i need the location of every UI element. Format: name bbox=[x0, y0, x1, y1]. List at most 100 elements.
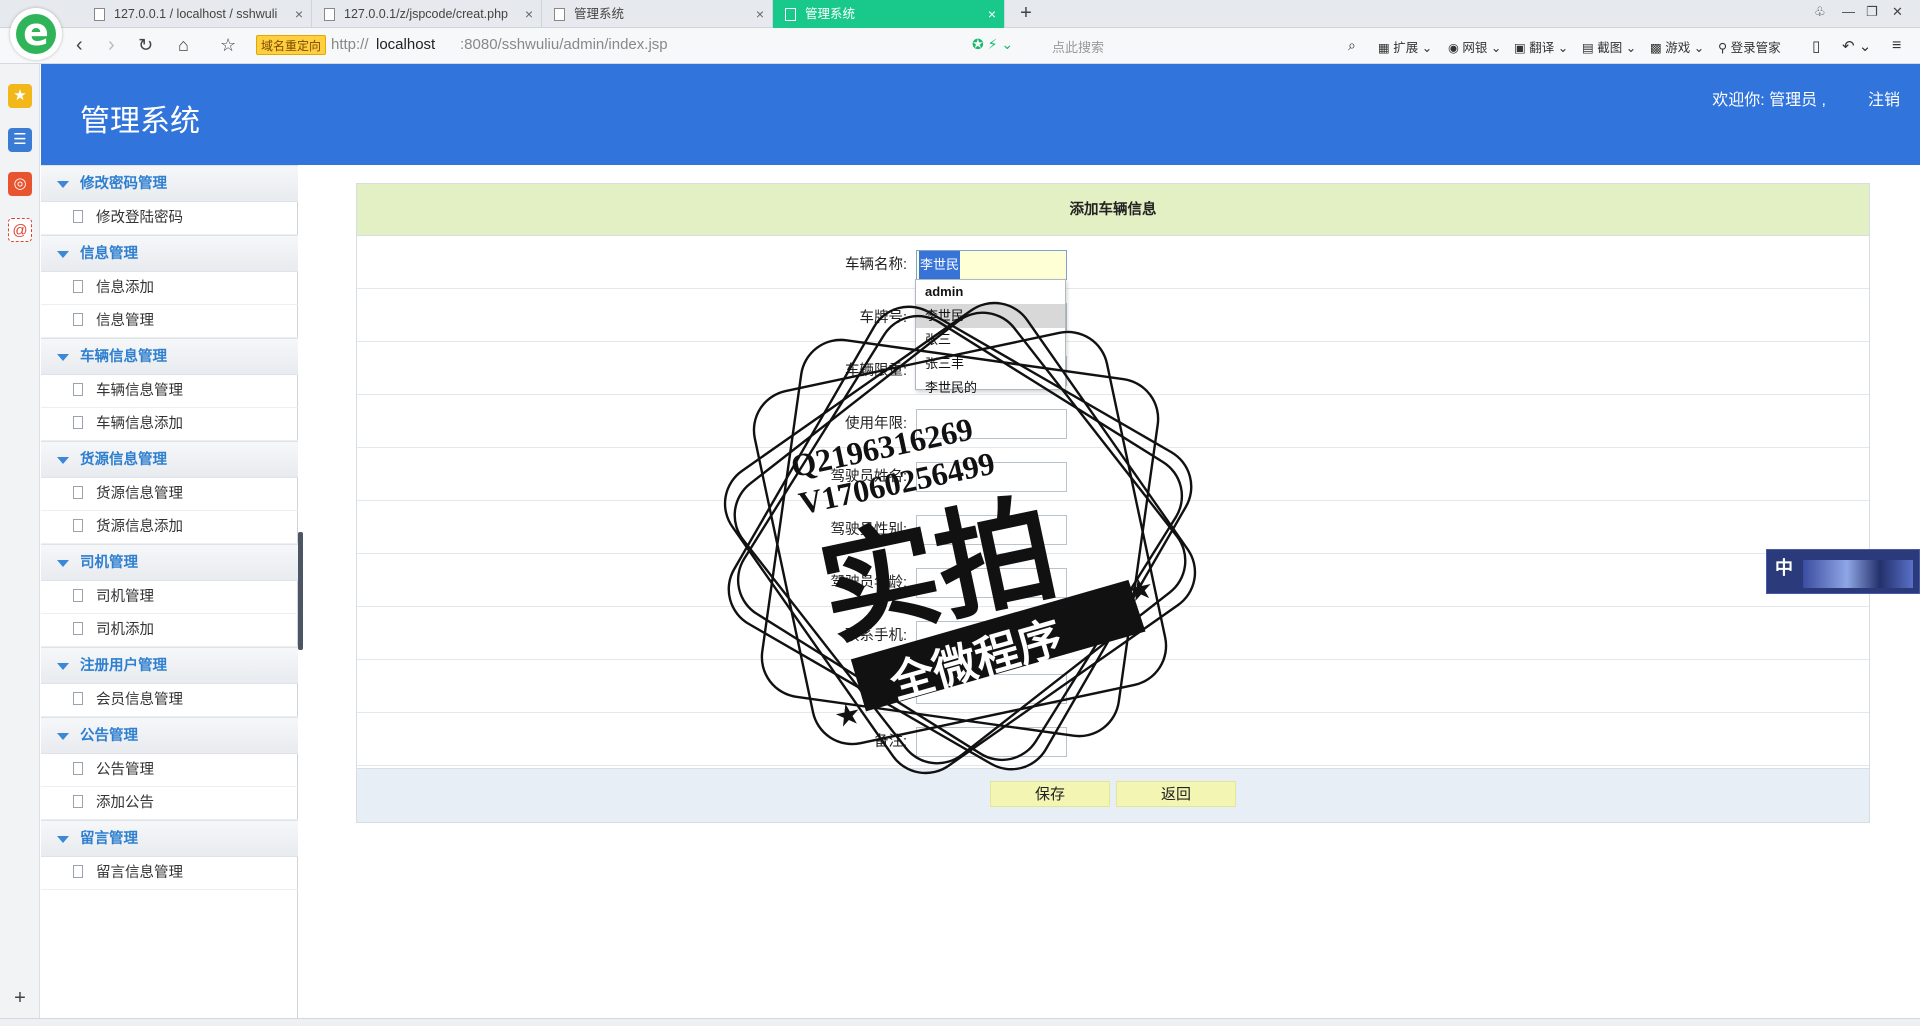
autocomplete-option[interactable]: 张三 bbox=[916, 328, 1065, 352]
close-icon[interactable]: × bbox=[988, 0, 996, 28]
toolbar-translate[interactable]: ▣ 翻译 ⌄ bbox=[1514, 37, 1568, 56]
page-icon bbox=[73, 762, 83, 775]
menu-item-driver-manage[interactable]: 司机管理 bbox=[41, 581, 298, 614]
field-label: 车辆名称: bbox=[844, 257, 907, 273]
phpmyadmin-icon bbox=[94, 8, 105, 21]
welcome-text: 欢迎你: 管理员 , bbox=[1712, 92, 1826, 109]
search-icon[interactable]: ⌕ bbox=[1348, 37, 1356, 54]
menu-item-label: 公告管理 bbox=[96, 762, 154, 778]
menu-item-driver-add[interactable]: 司机添加 bbox=[41, 614, 298, 647]
save-button[interactable]: 保存 bbox=[990, 781, 1110, 807]
phone-input[interactable] bbox=[916, 621, 1067, 651]
menu-group-title[interactable]: 信息管理 bbox=[41, 235, 298, 272]
search-input[interactable]: 点此搜索 bbox=[1052, 37, 1104, 56]
menu-group-notice: 公告管理 公告管理 添加公告 bbox=[41, 717, 298, 820]
restore-icon[interactable]: ❐ bbox=[1866, 4, 1878, 20]
menu-group-title[interactable]: 留言管理 bbox=[41, 820, 298, 857]
menu-item-message-manage[interactable]: 留言信息管理 bbox=[41, 857, 298, 890]
toolbar-screenshot[interactable]: ▤ 截图 ⌄ bbox=[1582, 37, 1636, 56]
reader-list-icon[interactable]: ☰ bbox=[8, 128, 32, 152]
menu-group-title[interactable]: 司机管理 bbox=[41, 544, 298, 581]
skin-icon[interactable]: ♧ bbox=[1814, 4, 1826, 20]
close-window-icon[interactable]: ✕ bbox=[1892, 4, 1903, 20]
menu-item-change-password[interactable]: 修改登陆密码 bbox=[41, 202, 298, 235]
form-row-driver-gender: 驾驶员性别: bbox=[357, 501, 1869, 554]
redirect-badge[interactable]: 域名重定向 bbox=[256, 35, 327, 55]
browser-tab-4[interactable]: 管理系统 × bbox=[773, 0, 1005, 28]
form-row-vehicle-name: 车辆名称: 李世民 bbox=[357, 236, 1869, 289]
menu-group-title[interactable]: 货源信息管理 bbox=[41, 441, 298, 478]
floating-ime-widget[interactable]: 中 bbox=[1766, 549, 1920, 594]
forward-icon[interactable]: › bbox=[108, 34, 115, 56]
menu-item-notice-manage[interactable]: 公告管理 bbox=[41, 754, 298, 787]
autocomplete-dropdown: admin 李世民 张三 张三丰 李世民的 bbox=[915, 279, 1066, 395]
menu-item-info-add[interactable]: 信息添加 bbox=[41, 272, 298, 305]
toolbar-games[interactable]: ▩ 游戏 ⌄ bbox=[1650, 37, 1704, 56]
menu-item-notice-add[interactable]: 添加公告 bbox=[41, 787, 298, 820]
menu-item-cargo-add[interactable]: 货源信息添加 bbox=[41, 511, 298, 544]
autocomplete-option[interactable]: admin bbox=[916, 280, 1065, 304]
driver-gender-input[interactable] bbox=[916, 515, 1067, 545]
menu-splitter-handle[interactable] bbox=[298, 532, 303, 650]
menu-group-title[interactable]: 修改密码管理 bbox=[41, 165, 298, 202]
close-icon[interactable]: × bbox=[756, 0, 764, 28]
favorite-star-icon[interactable]: ☆ bbox=[220, 34, 236, 56]
menu-item-member-manage[interactable]: 会员信息管理 bbox=[41, 684, 298, 717]
weibo-icon[interactable]: ◎ bbox=[8, 172, 32, 196]
toolbar-label: 截图 bbox=[1597, 41, 1623, 55]
app-title: 管理系统 bbox=[80, 105, 200, 138]
vehicle-name-input[interactable]: 李世民 bbox=[916, 250, 1067, 280]
close-icon[interactable]: × bbox=[525, 0, 533, 28]
browser-tab-bar: 127.0.0.1 / localhost / sshwuli × 127.0.… bbox=[0, 0, 1920, 28]
menu-item-label: 留言信息管理 bbox=[96, 865, 183, 881]
menu-item-vehicle-manage[interactable]: 车辆信息管理 bbox=[41, 375, 298, 408]
selected-value: 李世民 bbox=[919, 251, 961, 279]
driver-name-input[interactable] bbox=[916, 462, 1067, 492]
service-years-input[interactable] bbox=[916, 409, 1067, 439]
minimize-icon[interactable]: — bbox=[1842, 4, 1855, 19]
back-button[interactable]: 返回 bbox=[1116, 781, 1236, 807]
logout-link[interactable]: 注销 bbox=[1868, 86, 1900, 110]
menu-icon[interactable]: ≡ bbox=[1892, 37, 1901, 55]
undo-icon[interactable]: ↶ ⌄ bbox=[1842, 37, 1871, 55]
remark-input[interactable] bbox=[916, 727, 1067, 757]
autocomplete-option[interactable]: 李世民的 bbox=[916, 376, 1065, 400]
speed-icon[interactable]: ✪ ⚡ ⌄ bbox=[972, 36, 1013, 53]
toolbar-extensions[interactable]: ▦ 扩展 ⌄ bbox=[1378, 37, 1432, 56]
favorites-star-icon[interactable]: ★ bbox=[8, 84, 32, 108]
url-host[interactable]: localhost bbox=[376, 36, 435, 53]
close-icon[interactable]: × bbox=[295, 0, 303, 28]
menu-group-title[interactable]: 车辆信息管理 bbox=[41, 338, 298, 375]
browser-tab-1[interactable]: 127.0.0.1 / localhost / sshwuli × bbox=[82, 0, 312, 28]
browser-tab-3[interactable]: 管理系统 × bbox=[542, 0, 773, 28]
menu-item-vehicle-add[interactable]: 车辆信息添加 bbox=[41, 408, 298, 441]
url-path[interactable]: :8080/sshwuliu/admin/index.jsp bbox=[460, 36, 668, 53]
autocomplete-option[interactable]: 李世民 bbox=[916, 304, 1065, 328]
form-row-driver-name: 驾驶员姓名: bbox=[357, 448, 1869, 501]
menu-group-title[interactable]: 注册用户管理 bbox=[41, 647, 298, 684]
caret-down-icon bbox=[57, 560, 69, 567]
toolbar-login-manager[interactable]: ⚲ 登录管家 bbox=[1718, 37, 1781, 56]
mail-icon[interactable]: @ bbox=[8, 218, 32, 242]
menu-group-label: 注册用户管理 bbox=[80, 658, 167, 674]
toolbar-bank[interactable]: ◉ 网银 ⌄ bbox=[1448, 37, 1501, 56]
refresh-icon[interactable]: ↻ bbox=[138, 34, 153, 56]
add-extension-icon[interactable]: + bbox=[8, 986, 32, 1010]
back-icon[interactable]: ‹ bbox=[76, 34, 83, 56]
menu-item-info-manage[interactable]: 信息管理 bbox=[41, 305, 298, 338]
new-tab-button[interactable]: + bbox=[1012, 0, 1040, 28]
url-prefix[interactable]: http:// bbox=[331, 36, 369, 53]
contact-input[interactable] bbox=[916, 674, 1067, 704]
home-icon[interactable]: ⌂ bbox=[178, 34, 189, 56]
sidebar-toggle-icon[interactable]: ▯ bbox=[1812, 37, 1820, 55]
form-row-phone: 联系手机: bbox=[357, 607, 1869, 660]
menu-group-title[interactable]: 公告管理 bbox=[41, 717, 298, 754]
toolbar-label: 登录管家 bbox=[1730, 41, 1781, 55]
driver-age-input[interactable] bbox=[916, 568, 1067, 598]
browser-tab-2[interactable]: 127.0.0.1/z/jspcode/creat.php × bbox=[312, 0, 542, 28]
menu-item-cargo-manage[interactable]: 货源信息管理 bbox=[41, 478, 298, 511]
extension-sidebar: ★ ☰ ◎ @ + bbox=[0, 64, 40, 1018]
tab-title: 管理系统 bbox=[805, 7, 856, 21]
browser-logo[interactable]: e bbox=[10, 8, 62, 60]
autocomplete-option[interactable]: 张三丰 bbox=[916, 352, 1065, 376]
